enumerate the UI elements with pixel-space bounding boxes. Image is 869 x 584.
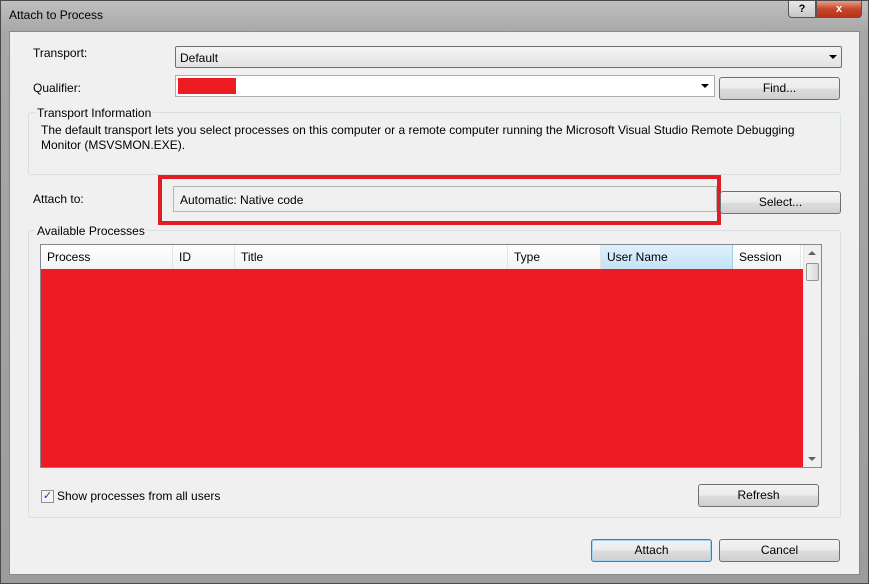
- transport-label: Transport:: [33, 46, 88, 60]
- column-header-user-name[interactable]: User Name: [601, 245, 733, 269]
- redacted-process-rows: [41, 269, 805, 467]
- window-title: Attach to Process: [9, 8, 104, 22]
- transport-value: Default: [180, 51, 219, 65]
- attach-button[interactable]: Attach: [591, 539, 712, 562]
- available-processes-title: Available Processes: [35, 224, 147, 238]
- redacted-qualifier: [178, 78, 236, 94]
- column-header-process[interactable]: Process: [41, 245, 173, 269]
- dialog-client-area: Transport: Default Qualifier: Find... Tr…: [9, 31, 860, 575]
- highlight-annotation-box: [158, 175, 721, 225]
- transport-info-text-line2: Monitor (MSVSMON.EXE).: [41, 138, 186, 152]
- transport-info-text-line1: The default transport lets you select pr…: [41, 123, 795, 137]
- qualifier-input[interactable]: [175, 75, 715, 97]
- process-list[interactable]: Process ID Title Type User Name Session: [40, 244, 822, 468]
- help-button[interactable]: ?: [788, 1, 816, 18]
- chevron-down-icon: [829, 55, 837, 59]
- transport-information-title: Transport Information: [35, 106, 154, 120]
- show-all-users-label[interactable]: Show processes from all users: [57, 489, 220, 503]
- qualifier-label: Qualifier:: [33, 81, 82, 95]
- close-button[interactable]: x: [816, 1, 862, 18]
- scroll-down-icon[interactable]: [808, 457, 816, 461]
- select-button[interactable]: Select...: [720, 191, 841, 214]
- show-all-users-checkbox[interactable]: ✓: [41, 490, 54, 503]
- column-header-type[interactable]: Type: [508, 245, 601, 269]
- find-button[interactable]: Find...: [719, 77, 840, 100]
- attach-to-process-dialog: Attach to Process ? x Transport: Default…: [0, 0, 869, 584]
- column-header-title[interactable]: Title: [235, 245, 508, 269]
- title-bar[interactable]: Attach to Process ? x: [1, 1, 868, 29]
- scroll-up-icon[interactable]: [808, 251, 816, 255]
- column-header-id[interactable]: ID: [173, 245, 235, 269]
- cancel-button[interactable]: Cancel: [719, 539, 840, 562]
- process-list-header: Process ID Title Type User Name Session: [41, 245, 801, 270]
- transport-dropdown[interactable]: Default: [175, 46, 842, 68]
- refresh-button[interactable]: Refresh: [698, 484, 819, 507]
- chevron-down-icon: [701, 84, 709, 88]
- scrollbar-thumb[interactable]: [806, 263, 819, 281]
- vertical-scrollbar[interactable]: [803, 245, 821, 467]
- column-header-session[interactable]: Session: [733, 245, 801, 269]
- attach-to-label: Attach to:: [33, 192, 84, 206]
